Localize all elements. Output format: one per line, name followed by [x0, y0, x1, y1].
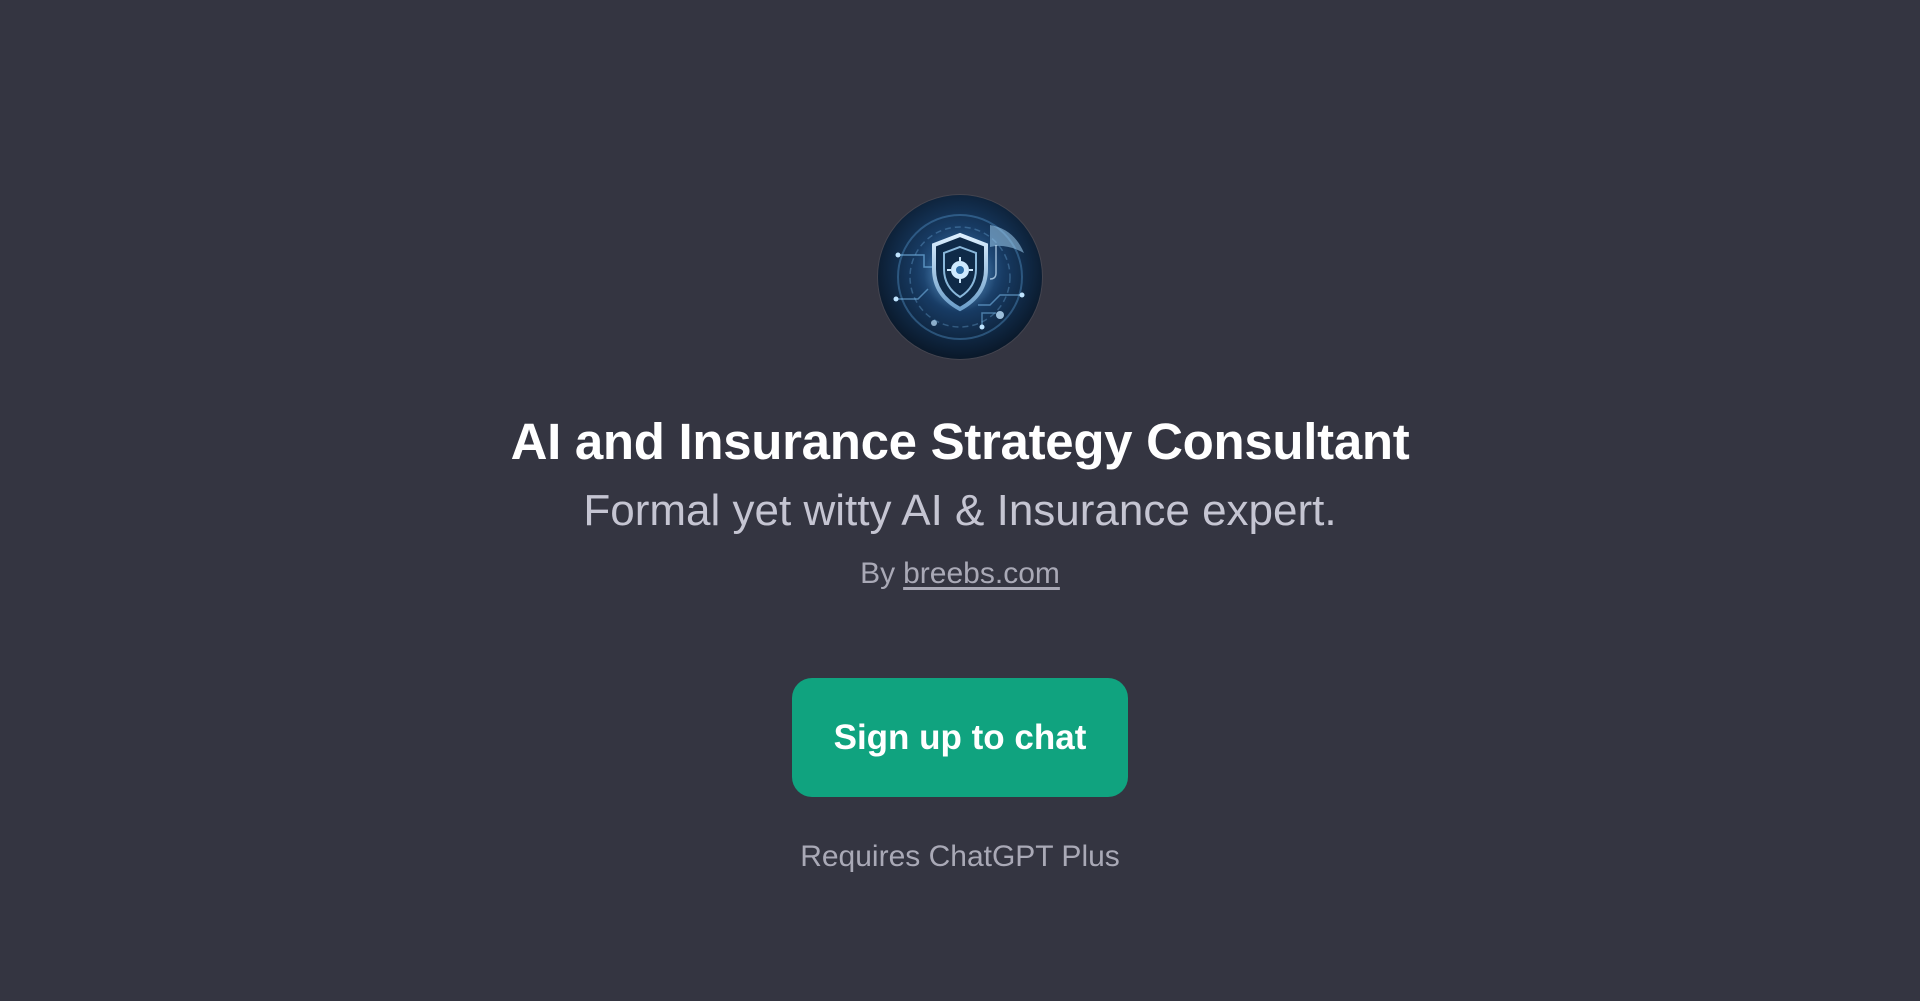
- gpt-description: Formal yet witty AI & Insurance expert.: [583, 486, 1337, 535]
- gpt-landing-page: AI and Insurance Strategy Consultant For…: [0, 0, 1920, 1001]
- gpt-title: AI and Insurance Strategy Consultant: [510, 413, 1410, 470]
- gpt-logo-avatar: [878, 195, 1042, 359]
- author-link[interactable]: breebs.com: [903, 557, 1060, 590]
- author-prefix: By: [860, 557, 896, 590]
- requires-plus-note: Requires ChatGPT Plus: [800, 840, 1120, 873]
- author-byline: By breebs.com: [0, 554, 1920, 594]
- sign-up-to-chat-button[interactable]: Sign up to chat: [792, 678, 1128, 797]
- shield-circuit-logo-icon: [878, 195, 1042, 359]
